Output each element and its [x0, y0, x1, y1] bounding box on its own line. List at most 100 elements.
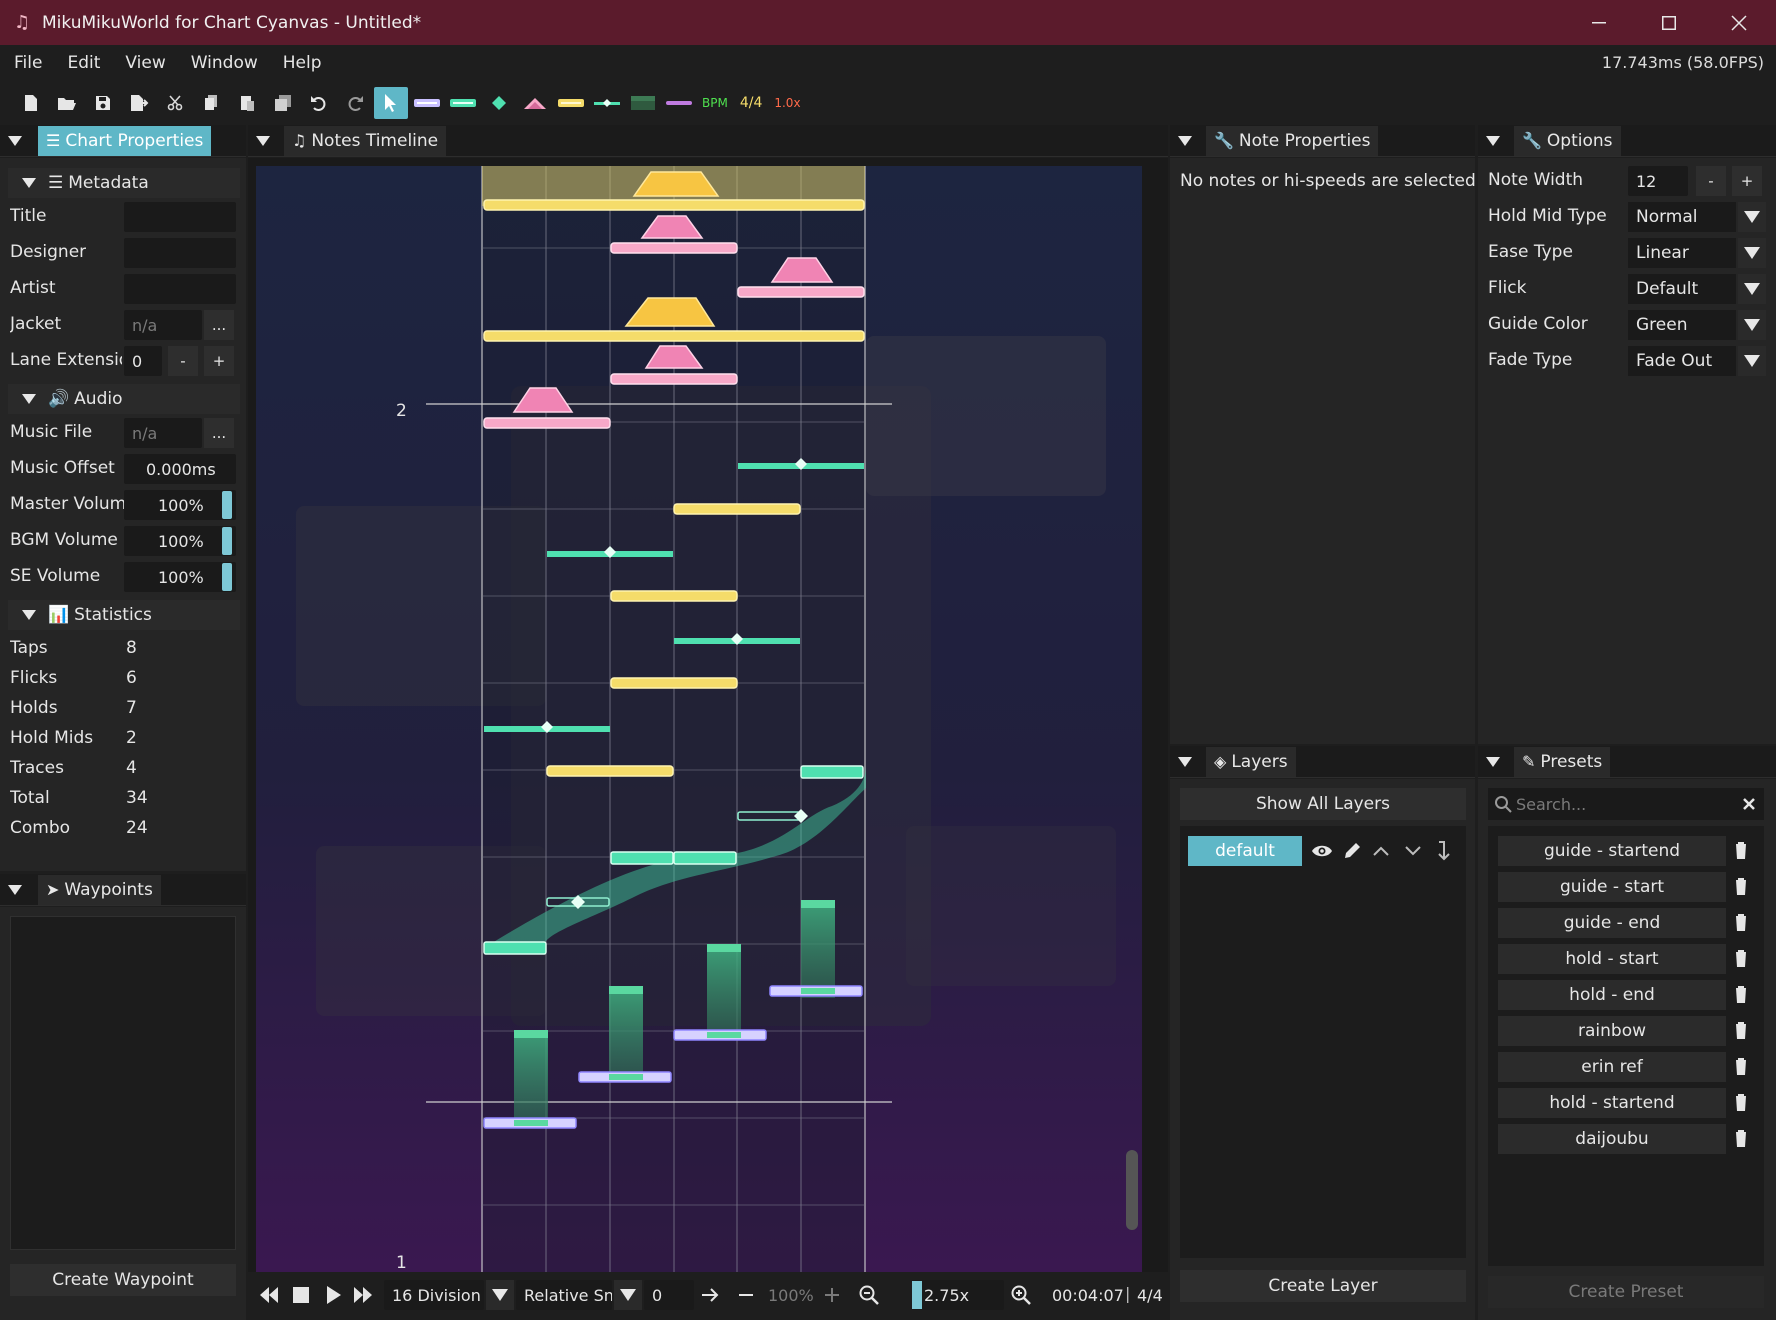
flick-note[interactable]	[610, 373, 738, 385]
hold-mid-type-select[interactable]: Normal	[1628, 202, 1736, 232]
layer-default[interactable]: default	[1188, 836, 1302, 866]
pencil-icon[interactable]	[1342, 841, 1362, 861]
fade-type-dropdown[interactable]	[1738, 346, 1766, 376]
master-volume-handle[interactable]	[222, 491, 232, 519]
maximize-button[interactable]	[1636, 0, 1702, 45]
hold-end-marker[interactable]	[707, 944, 741, 952]
tab-presets[interactable]: ✎ Presets	[1514, 746, 1611, 777]
chevron-up-icon[interactable]	[1372, 844, 1390, 858]
tap-note-tool[interactable]	[410, 87, 444, 119]
critical-note[interactable]	[546, 765, 674, 777]
collapse-button[interactable]	[248, 125, 278, 157]
hold-mid-type-dropdown[interactable]	[1738, 202, 1766, 232]
division-select[interactable]: 16 Division	[384, 1280, 484, 1310]
tab-layers[interactable]: ◈ Layers	[1206, 746, 1296, 777]
stop-icon[interactable]	[290, 1284, 312, 1306]
hold-mid-tool[interactable]	[482, 87, 516, 119]
collapse-button[interactable]	[1478, 125, 1508, 157]
hi-speed-tool[interactable]: 1.0x	[774, 96, 800, 110]
select-tool-button[interactable]	[374, 87, 408, 119]
ease-type-select[interactable]: Linear	[1628, 238, 1736, 268]
designer-input[interactable]	[124, 238, 236, 268]
create-preset-button[interactable]: Create Preset	[1488, 1276, 1764, 1308]
clear-search-icon[interactable]	[1742, 797, 1756, 811]
tab-note-properties[interactable]: 🔧 Note Properties	[1206, 125, 1379, 156]
flick-dropdown[interactable]	[1738, 274, 1766, 304]
paste-button[interactable]	[230, 87, 264, 119]
undo-button[interactable]	[302, 87, 336, 119]
preset-search-field[interactable]: Search...	[1488, 788, 1764, 820]
preset-item[interactable]: hold - start	[1498, 944, 1726, 974]
trash-icon[interactable]	[1732, 984, 1750, 1004]
save-as-button[interactable]	[122, 87, 156, 119]
critical-note[interactable]	[483, 330, 865, 342]
music-file-input[interactable]: n/a	[124, 418, 202, 448]
flick-note[interactable]	[610, 242, 738, 254]
hold-path[interactable]	[514, 1036, 548, 1128]
hold-note[interactable]	[610, 851, 674, 865]
trash-icon[interactable]	[1732, 1092, 1750, 1112]
ease-type-dropdown[interactable]	[1738, 238, 1766, 268]
bpm-tool[interactable]: BPM	[702, 96, 728, 110]
critical-tool[interactable]	[554, 87, 588, 119]
zoom-out-icon[interactable]	[858, 1284, 880, 1306]
copy-button[interactable]	[194, 87, 228, 119]
hold-path[interactable]	[609, 992, 643, 1082]
collapse-button[interactable]	[1478, 746, 1508, 778]
snap-mode-dropdown-button[interactable]	[614, 1280, 642, 1310]
note-width-increment[interactable]: +	[1732, 166, 1762, 196]
guide-color-dropdown[interactable]	[1738, 310, 1766, 340]
arrow-right-icon[interactable]	[700, 1285, 720, 1305]
lane-extension-decrement[interactable]: -	[168, 346, 198, 376]
hold-note[interactable]	[800, 765, 864, 779]
title-input[interactable]	[124, 202, 236, 232]
fast-forward-icon[interactable]	[352, 1284, 374, 1306]
trash-icon[interactable]	[1732, 1056, 1750, 1076]
minimize-button[interactable]	[1566, 0, 1632, 45]
zoom-slider[interactable]: 2.75x	[912, 1280, 1004, 1310]
collapse-button[interactable]	[0, 125, 30, 157]
division-dropdown-button[interactable]	[486, 1280, 514, 1310]
preset-item[interactable]: hold - end	[1498, 980, 1726, 1010]
collapse-button[interactable]	[1170, 746, 1200, 778]
preset-item[interactable]: daijoubu	[1498, 1124, 1726, 1154]
hold-end-marker[interactable]	[514, 1030, 548, 1038]
metadata-section-header[interactable]: ☰ Metadata	[8, 168, 240, 198]
trash-icon[interactable]	[1732, 948, 1750, 968]
create-layer-button[interactable]: Create Layer	[1180, 1270, 1466, 1302]
merge-down-icon[interactable]	[1436, 840, 1450, 862]
jacket-input[interactable]: n/a	[124, 310, 202, 340]
lane-extension-increment[interactable]: +	[204, 346, 234, 376]
cut-button[interactable]	[158, 87, 192, 119]
hold-end-marker[interactable]	[609, 986, 643, 994]
duplicate-button[interactable]	[266, 87, 300, 119]
tab-options[interactable]: 🔧 Options	[1514, 125, 1621, 156]
flick-note[interactable]	[483, 417, 611, 429]
music-file-browse-button[interactable]: ...	[204, 418, 234, 448]
plus-icon[interactable]	[822, 1285, 842, 1305]
flick-select[interactable]: Default	[1628, 274, 1736, 304]
menu-file[interactable]: File	[0, 53, 53, 73]
snap-mode-select[interactable]: Relative Sn	[516, 1280, 612, 1310]
trash-icon[interactable]	[1732, 1020, 1750, 1040]
show-all-layers-button[interactable]: Show All Layers	[1180, 788, 1466, 820]
hold-note[interactable]	[483, 941, 547, 955]
se-volume-handle[interactable]	[222, 563, 232, 591]
preset-item[interactable]: erin ref	[1498, 1052, 1726, 1082]
new-file-button[interactable]	[14, 87, 48, 119]
bgm-volume-handle[interactable]	[222, 527, 232, 555]
critical-note[interactable]	[610, 677, 738, 689]
preset-item[interactable]: guide - startend	[1498, 836, 1726, 866]
trace-tool[interactable]	[590, 87, 624, 119]
damage-tool[interactable]	[662, 87, 696, 119]
preset-item[interactable]: guide - end	[1498, 908, 1726, 938]
open-file-button[interactable]	[50, 87, 84, 119]
menu-window[interactable]: Window	[177, 53, 269, 73]
waypoints-list[interactable]	[10, 916, 236, 1250]
master-volume-slider[interactable]: 100%	[124, 490, 236, 520]
tab-waypoints[interactable]: ➤ Waypoints	[38, 874, 161, 905]
minus-icon[interactable]	[736, 1285, 756, 1305]
notes-timeline-canvas[interactable]: 2 1	[256, 166, 1142, 1272]
flick-note[interactable]	[737, 286, 865, 298]
collapse-button[interactable]	[1170, 125, 1200, 157]
